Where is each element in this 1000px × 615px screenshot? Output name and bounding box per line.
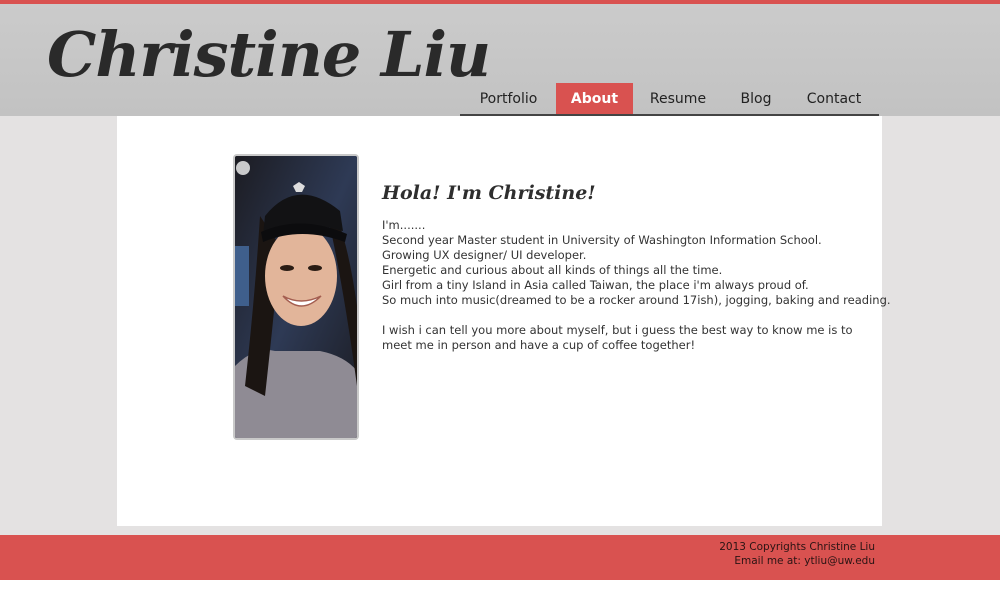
footer-email[interactable]: Email me at: ytliu@uw.edu <box>719 554 875 568</box>
bio-line: So much into music(dreamed to be a rocke… <box>382 293 891 307</box>
nav-item-contact[interactable]: Contact <box>789 83 879 114</box>
nav-item-resume[interactable]: Resume <box>633 83 723 114</box>
profile-photo <box>233 154 359 440</box>
page-bottom <box>0 580 1000 615</box>
about-bio: I'm....... Second year Master student in… <box>382 218 891 353</box>
site-logo[interactable]: Christine Liu <box>47 18 491 92</box>
bio-line: Girl from a tiny Island in Asia called T… <box>382 278 809 292</box>
nav-item-portfolio[interactable]: Portfolio <box>460 83 557 114</box>
footer-text: 2013 Copyrights Christine Liu Email me a… <box>719 540 875 568</box>
about-heading: Hola! I'm Christine! <box>382 182 596 204</box>
footer-copyright: 2013 Copyrights Christine Liu <box>719 541 875 553</box>
nav-item-about[interactable]: About <box>556 83 633 114</box>
bio-closing: I wish i can tell you more about myself,… <box>382 323 853 352</box>
nav-item-blog[interactable]: Blog <box>723 83 789 114</box>
bio-line: I'm....... <box>382 218 426 232</box>
bio-line: Growing UX designer/ UI developer. <box>382 248 587 262</box>
main-nav: Portfolio About Resume Blog Contact <box>460 83 879 116</box>
bio-spacer <box>382 308 862 323</box>
bio-line: Second year Master student in University… <box>382 233 822 247</box>
footer-gap <box>0 526 1000 535</box>
profile-photo-illustration <box>235 156 357 438</box>
bio-line: Energetic and curious about all kinds of… <box>382 263 723 277</box>
